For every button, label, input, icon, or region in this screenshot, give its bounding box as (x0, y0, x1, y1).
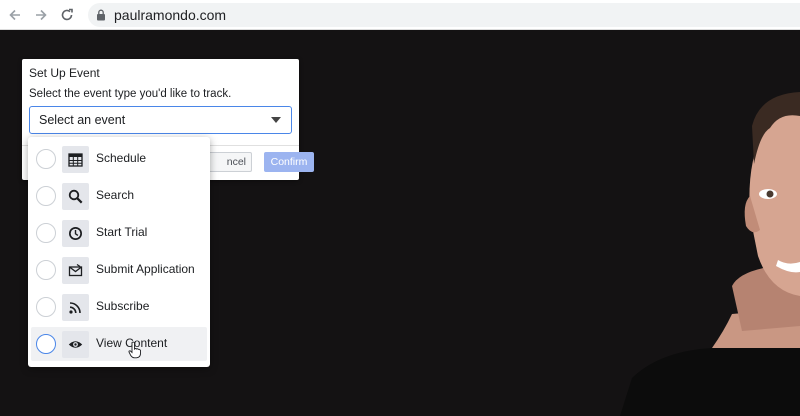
url-text: paulramondo.com (114, 7, 227, 23)
menu-item-start-trial[interactable]: Start Trial (31, 216, 207, 250)
menu-item-label: Schedule (96, 151, 147, 165)
dialog-title: Set Up Event (29, 66, 100, 80)
menu-item-subscribe[interactable]: Subscribe (31, 290, 207, 324)
radio-button[interactable] (36, 297, 56, 317)
back-button[interactable] (6, 6, 24, 24)
forward-button[interactable] (32, 6, 50, 24)
menu-item-submit-application[interactable]: Submit Application (31, 253, 207, 287)
search-icon (62, 183, 89, 210)
radio-button[interactable] (36, 260, 56, 280)
eye-icon (62, 331, 89, 358)
radio-button[interactable] (36, 334, 56, 354)
forward-arrow-icon (36, 9, 47, 21)
event-type-select[interactable]: Select an event (29, 106, 292, 134)
menu-item-view-content[interactable]: View Content (31, 327, 207, 361)
calendar-icon (62, 146, 89, 173)
hand-pointer-icon (128, 341, 141, 359)
address-bar[interactable]: paulramondo.com (88, 3, 800, 27)
confirm-button[interactable]: Confirm (264, 152, 314, 172)
select-placeholder: Select an event (39, 113, 126, 127)
menu-item-label: Start Trial (96, 225, 148, 239)
menu-item-label: Subscribe (96, 299, 150, 313)
person-photo (620, 92, 800, 416)
lock-icon (97, 9, 105, 21)
radio-button[interactable] (36, 186, 56, 206)
caret-down-icon (271, 117, 281, 123)
clock-icon (62, 220, 89, 247)
envelope-icon (62, 257, 89, 284)
cancel-button[interactable]: ncel (208, 152, 252, 172)
menu-item-label: Search (96, 188, 135, 202)
dialog-description: Select the event type you'd like to trac… (29, 88, 232, 100)
menu-item-label: Submit Application (96, 262, 195, 276)
back-arrow-icon (9, 9, 20, 21)
page-content: Set Up Event Select the event type you'd… (0, 31, 800, 416)
reload-button[interactable] (58, 6, 76, 24)
radio-button[interactable] (36, 149, 56, 169)
menu-item-schedule[interactable]: Schedule (31, 142, 207, 176)
event-dropdown-menu: Schedule Search Start Trial Submit Appli… (28, 137, 210, 367)
reload-icon (61, 8, 73, 21)
browser-toolbar: paulramondo.com (0, 0, 800, 30)
menu-item-search[interactable]: Search (31, 179, 207, 213)
rss-icon (62, 294, 89, 321)
radio-button[interactable] (36, 223, 56, 243)
